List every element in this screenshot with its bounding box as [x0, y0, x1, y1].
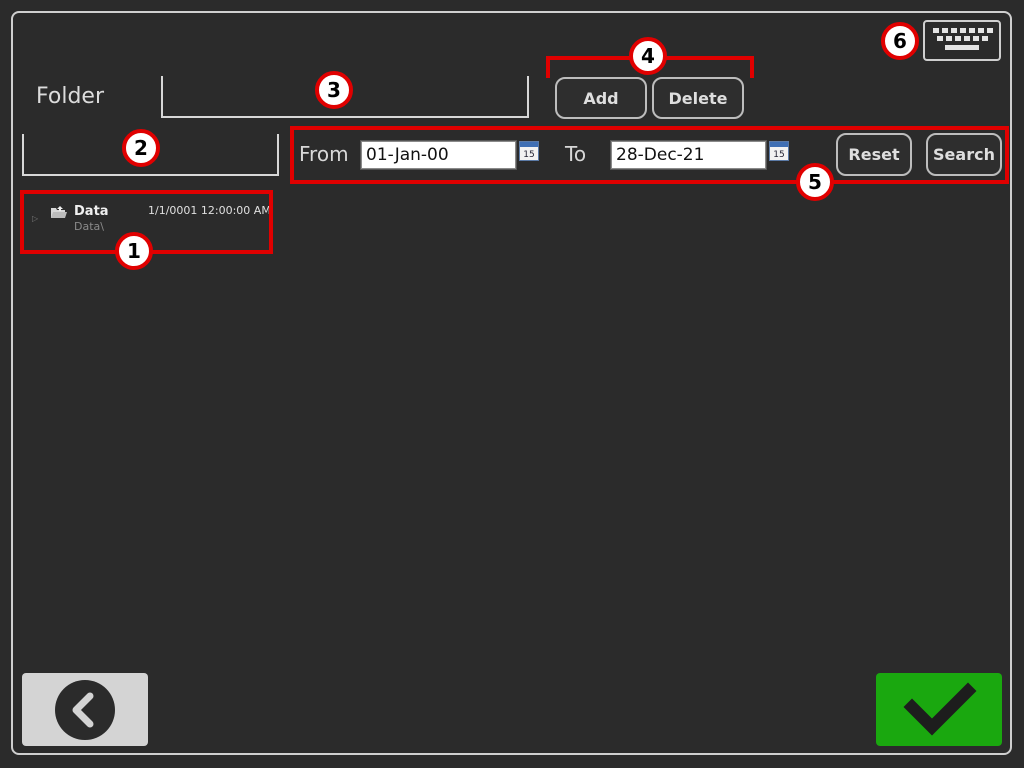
annotation-box-5 — [290, 126, 1009, 184]
folder-label: Folder — [36, 84, 104, 109]
annotation-marker-2: 2 — [122, 129, 160, 167]
confirm-button[interactable] — [876, 673, 1002, 746]
back-button[interactable] — [22, 673, 148, 746]
back-arrow-icon — [55, 680, 115, 740]
annotation-marker-4: 4 — [629, 37, 667, 75]
add-button[interactable]: Add — [555, 77, 647, 119]
main-frame — [11, 11, 1012, 755]
delete-button[interactable]: Delete — [652, 77, 744, 119]
annotation-marker-1: 1 — [115, 232, 153, 270]
checkmark-icon — [903, 682, 977, 736]
annotation-marker-3: 3 — [315, 71, 353, 109]
keyboard-icon — [933, 28, 993, 50]
annotation-marker-6: 6 — [881, 22, 919, 60]
keyboard-button[interactable] — [923, 20, 1001, 61]
annotation-marker-5: 5 — [796, 163, 834, 201]
